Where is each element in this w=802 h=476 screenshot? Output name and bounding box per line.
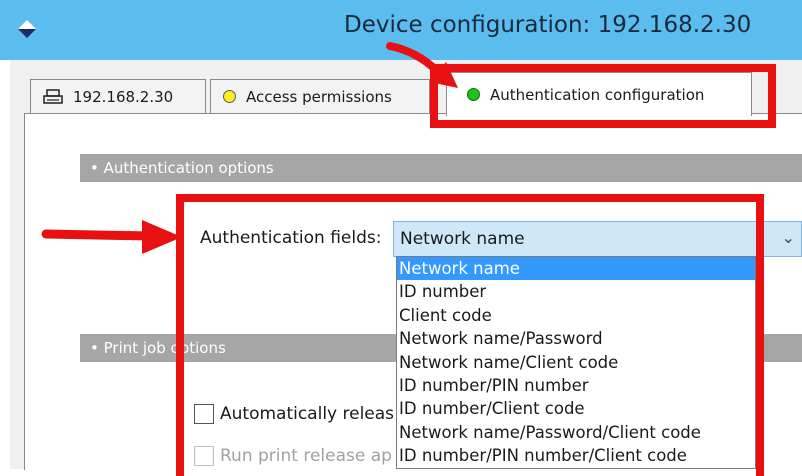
tab-label: 192.168.2.30 [73, 87, 174, 106]
tab-label: Access permissions [246, 87, 392, 106]
yellow-status-dot-icon [223, 90, 236, 103]
window-title: Device configuration: 192.168.2.30 [344, 12, 752, 38]
tab-device-ip[interactable]: 192.168.2.30 [30, 79, 206, 113]
red-arrow-icon [386, 42, 458, 88]
highlight-box-auth-fields [176, 194, 764, 476]
highlight-box-tab [430, 64, 776, 128]
chevron-down-icon[interactable]: ⌄ [782, 228, 795, 247]
app-diamond-icon [18, 20, 36, 38]
section-header-authentication-options: • Authentication options [80, 154, 802, 182]
printer-icon [43, 88, 63, 105]
red-arrow-icon [41, 220, 182, 254]
